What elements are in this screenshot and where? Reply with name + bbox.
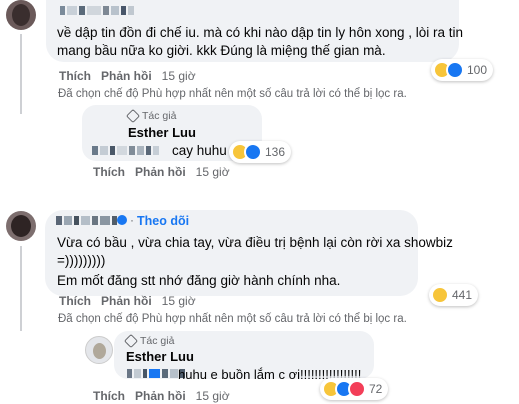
reply-link[interactable]: Phản hồi xyxy=(101,69,152,83)
comment-text-line: =))))))))) xyxy=(57,253,106,268)
reply-text: cay huhu xyxy=(172,143,227,158)
pencil-icon xyxy=(125,108,141,124)
reply-link[interactable]: Phản hồi xyxy=(101,294,152,308)
author-name[interactable]: Esther Luu xyxy=(126,349,194,364)
reply-thread-line xyxy=(20,34,22,114)
reply-link[interactable]: Phản hồi xyxy=(135,165,186,179)
reaction-summary[interactable]: 72 xyxy=(320,378,389,400)
like-icon xyxy=(446,61,464,79)
reply-actions: Thích Phản hồi 15 giờ xyxy=(93,165,230,179)
reply-link[interactable]: Phản hồi xyxy=(135,389,186,403)
author-avatar[interactable] xyxy=(85,336,113,364)
like-icon xyxy=(244,143,262,161)
haha-icon xyxy=(431,286,449,304)
separator-dot: · xyxy=(130,213,134,227)
reaction-count: 72 xyxy=(369,382,383,396)
reply-thread-line xyxy=(20,246,22,331)
comment-actions: Thích Phản hồi 15 giờ xyxy=(59,294,196,308)
love-icon xyxy=(348,380,366,398)
mention-redacted[interactable] xyxy=(92,146,159,155)
filter-note: Đã chọn chế độ Phù hợp nhất nên một số c… xyxy=(58,88,407,100)
filter-note: Đã chọn chế độ Phù hợp nhất nên một số c… xyxy=(58,313,407,325)
timestamp[interactable]: 15 giờ xyxy=(162,294,196,308)
reply-actions: Thích Phản hồi 15 giờ xyxy=(93,389,230,403)
author-badge: Tác giả xyxy=(125,108,176,124)
like-link[interactable]: Thích xyxy=(59,294,91,308)
reaction-summary[interactable]: 100 xyxy=(431,59,494,81)
reaction-count: 441 xyxy=(452,288,473,302)
commenter-avatar[interactable] xyxy=(6,211,36,241)
commenter-avatar[interactable] xyxy=(6,0,36,30)
timestamp[interactable]: 15 giờ xyxy=(196,165,230,179)
comment-text-line: mang bầu nữa ko giời. kkk Đúng là miệng … xyxy=(57,43,386,58)
commenter-name-redacted[interactable] xyxy=(60,6,134,15)
verified-badge-icon xyxy=(117,215,127,225)
comment-text-line: Em mốt đăng stt nhớ đăng giờ hành chính … xyxy=(57,273,341,288)
like-link[interactable]: Thích xyxy=(59,69,91,83)
like-link[interactable]: Thích xyxy=(93,165,125,179)
author-name[interactable]: Esther Luu xyxy=(128,125,196,140)
reaction-count: 136 xyxy=(265,145,286,159)
commenter-name-redacted[interactable] xyxy=(56,216,117,225)
author-badge: Tác giả xyxy=(123,333,174,349)
reaction-summary[interactable]: 441 xyxy=(429,284,479,306)
like-link[interactable]: Thích xyxy=(93,389,125,403)
comment-actions: Thích Phản hồi 15 giờ xyxy=(59,69,196,83)
reaction-summary[interactable]: 136 xyxy=(229,141,292,163)
timestamp[interactable]: 15 giờ xyxy=(196,389,230,403)
comment-text-line: Vừa có bầu , vừa chia tay, vừa điều trị … xyxy=(57,235,453,250)
comment-text-line: về dập tin đồn đi chế iu. mà có khi nào … xyxy=(57,25,464,40)
timestamp[interactable]: 15 giờ xyxy=(162,69,196,83)
follow-button[interactable]: Theo dõi xyxy=(137,214,189,228)
mention-redacted[interactable] xyxy=(127,369,185,378)
reaction-count: 100 xyxy=(467,63,488,77)
pencil-icon xyxy=(123,333,139,349)
